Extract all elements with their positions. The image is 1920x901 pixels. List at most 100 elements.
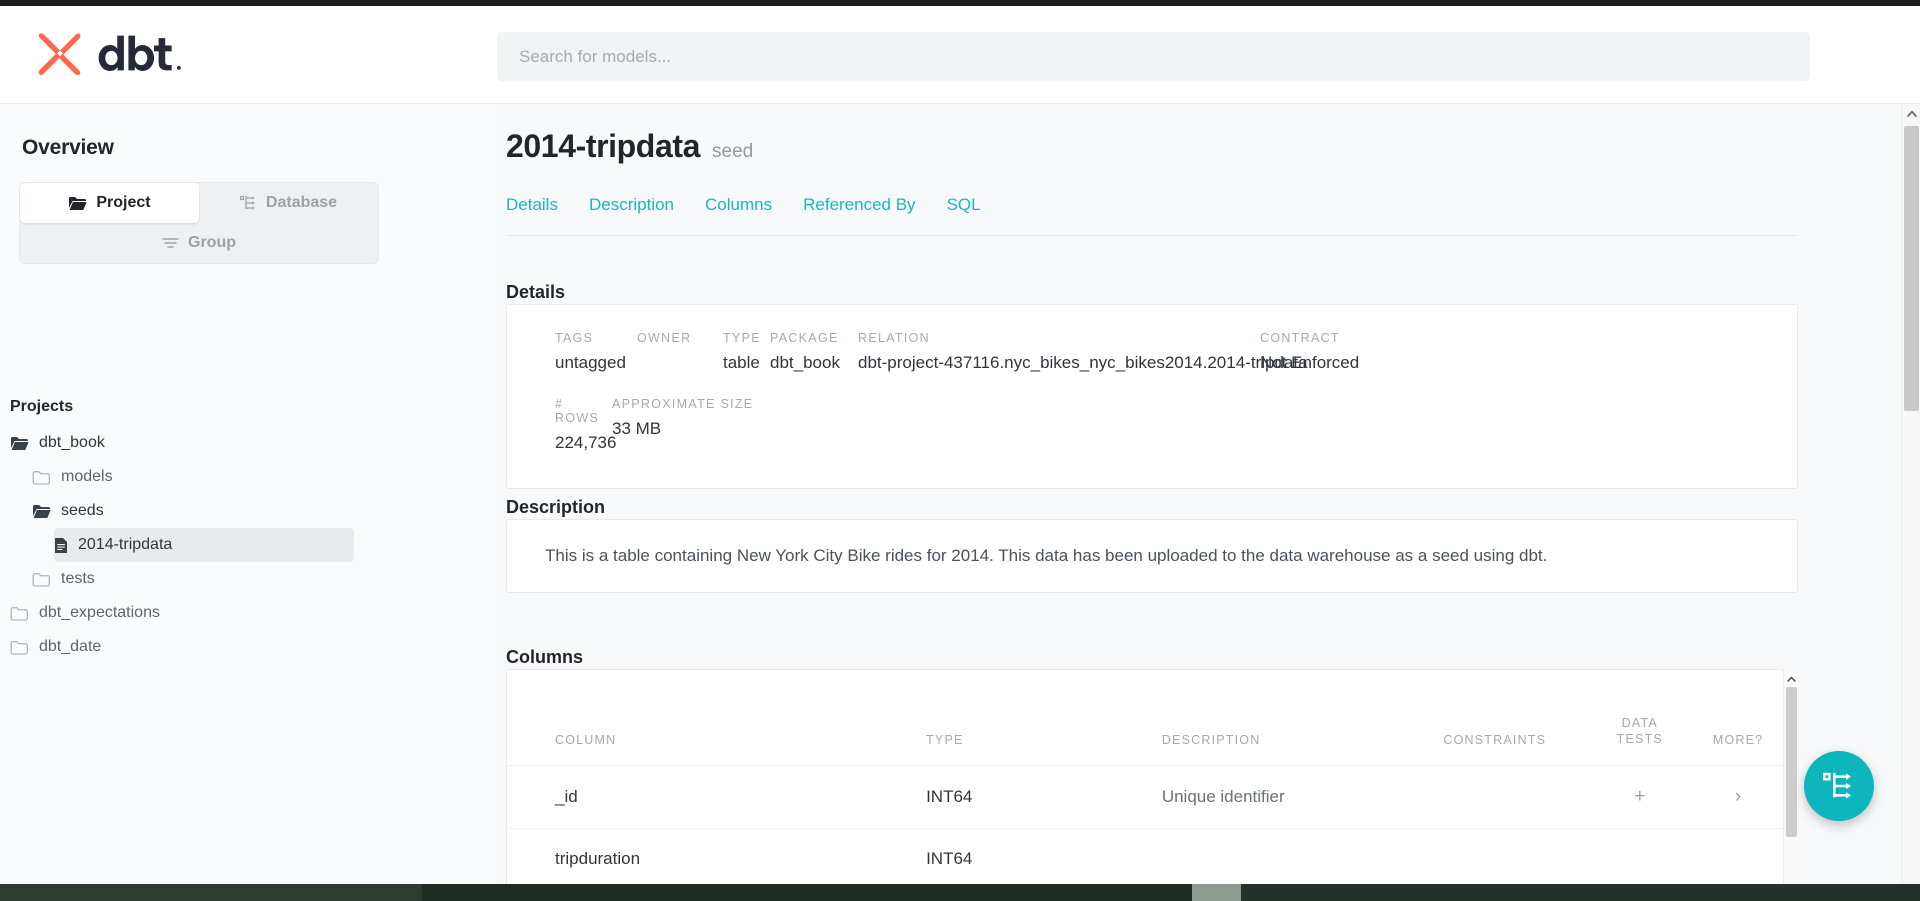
cell-column: _id — [507, 765, 927, 830]
detail-value: table — [723, 353, 760, 372]
tree-item-dbt-book[interactable]: dbt_book — [10, 426, 340, 460]
description-text: This is a table containing New York City… — [545, 546, 1548, 565]
detail-contract: CONTRACT Not Enforced — [1260, 331, 1359, 373]
sidebar-tab-project[interactable]: Project — [20, 183, 199, 223]
page-subtype: seed — [712, 141, 754, 162]
tab-details[interactable]: Details — [506, 195, 558, 215]
app-header — [0, 6, 1920, 104]
table-row[interactable]: tripduration INT64 — [507, 828, 1797, 891]
chevron-up-icon — [1787, 675, 1796, 682]
tab-description[interactable]: Description — [589, 195, 674, 215]
tab-referenced-by[interactable]: Referenced By — [803, 195, 915, 215]
tree-item-label: 2014-tripdata — [78, 536, 173, 553]
page-title: 2014-tripdata — [506, 128, 700, 164]
file-icon — [55, 537, 67, 553]
projects-section-label: Projects — [10, 398, 74, 415]
sidebar-tab-group[interactable]: Group — [20, 223, 378, 263]
folder-closed-icon — [32, 470, 50, 485]
columns-heading: Columns — [506, 647, 584, 667]
detail-value: Not Enforced — [1260, 353, 1360, 372]
details-heading: Details — [506, 282, 566, 302]
lineage-graph-icon — [1823, 772, 1851, 799]
tree-item-models[interactable]: models — [32, 460, 362, 494]
detail-label: OWNER — [637, 331, 692, 345]
cell-column: tripduration — [507, 828, 927, 891]
folder-closed-icon — [10, 606, 28, 621]
taskbar-segment-left — [0, 884, 422, 901]
page-title-row: 2014-tripdata seed — [506, 128, 753, 165]
page-scrollbar[interactable] — [1901, 104, 1920, 901]
detail-label: PACKAGE — [770, 331, 839, 345]
header-description: DESCRIPTION — [1161, 670, 1444, 767]
tree-item-tests[interactable]: tests — [32, 562, 362, 596]
details-row-primary: TAGS untagged OWNER TYPE table PACKAGE dbt_boo… — [507, 305, 1797, 373]
folder-open-icon — [11, 436, 29, 450]
detail-tags: TAGS untagged — [555, 331, 637, 373]
sidebar-tab-project-label: Project — [96, 194, 151, 211]
cell-data-tests[interactable]: + — [1600, 765, 1680, 830]
columns-table-header-row: COLUMN TYPE DESCRIPTION CONSTRAINTS DATA… — [507, 670, 1797, 767]
cell-more[interactable] — [1679, 828, 1797, 891]
detail-value: dbt_book — [770, 353, 840, 372]
detail-approximate-size: APPROXIMATE SIZE 33 MB — [612, 397, 753, 453]
columns-scrollbar[interactable] — [1783, 669, 1798, 901]
cell-constraints — [1443, 828, 1601, 891]
taskbar-segment-right — [1241, 884, 1920, 901]
folder-open-icon — [33, 504, 51, 518]
folder-closed-icon — [10, 640, 28, 655]
chevron-up-icon — [1906, 110, 1917, 117]
detail-value: untagged — [555, 353, 626, 372]
tab-columns[interactable]: Columns — [705, 195, 772, 215]
cell-type: INT64 — [926, 765, 1162, 830]
dbt-x-logo-icon — [38, 33, 81, 76]
dbt-wordmark — [98, 35, 181, 71]
tree-item-label: dbt_book — [39, 434, 105, 451]
detail-label: CONTRACT — [1260, 331, 1340, 345]
details-row-secondary: # ROWS 224,736 APPROXIMATE SIZE 33 MB — [507, 373, 1797, 453]
detail-owner: OWNER — [637, 331, 723, 373]
detail-relation: RELATION dbt-project-437116.nyc_bikes_nyc… — [858, 331, 1308, 373]
main-content: 2014-tripdata seed Details Description Col… — [497, 104, 1901, 901]
detail-label: APPROXIMATE SIZE — [612, 397, 754, 411]
taskbar-segment-mid — [422, 884, 1192, 901]
table-row[interactable]: _id INT64 Unique identifier + › — [507, 765, 1797, 830]
lineage-graph-fab[interactable] — [1804, 751, 1874, 821]
tree-item-seeds[interactable]: seeds — [32, 494, 362, 528]
header-more: MORE? — [1679, 670, 1797, 767]
cell-data-tests[interactable] — [1600, 828, 1680, 891]
tree-item-label: dbt_date — [39, 638, 102, 655]
detail-type: TYPE table — [723, 331, 770, 373]
content-tabs: Details Description Columns Referenced By SQ… — [506, 195, 1798, 236]
detail-package: PACKAGE dbt_book — [770, 331, 858, 373]
header-data-tests-line2: TESTS — [1616, 731, 1663, 746]
columns-scroll-up-arrow[interactable] — [1784, 671, 1799, 686]
sidebar-overview-title: Overview — [22, 136, 114, 159]
columns-card: COLUMN TYPE DESCRIPTION CONSTRAINTS DATA… — [506, 669, 1798, 901]
tree-item-dbt-expectations[interactable]: dbt_expectations — [10, 596, 340, 630]
cell-more[interactable]: › — [1679, 765, 1797, 830]
dbt-logo[interactable] — [33, 26, 183, 80]
sidebar: Overview Project Database Group Projects… — [0, 104, 497, 901]
taskbar-segment-active — [1192, 884, 1241, 901]
page-scroll-thumb[interactable] — [1904, 126, 1919, 411]
group-filter-icon — [162, 238, 179, 248]
folder-closed-icon — [32, 572, 50, 587]
tree-item-label: tests — [61, 570, 95, 587]
tree-item-2014-tripdata[interactable]: 2014-tripdata — [54, 528, 354, 562]
details-card: TAGS untagged OWNER TYPE table PACKAGE dbt_boo… — [506, 304, 1798, 489]
sidebar-tab-group: Project Database Group — [20, 183, 378, 263]
cell-description: Unique identifier — [1161, 765, 1444, 830]
header-constraints: CONSTRAINTS — [1443, 670, 1601, 767]
search-input[interactable] — [497, 32, 1810, 81]
cell-description — [1161, 828, 1444, 891]
sidebar-tab-group-label: Group — [188, 234, 236, 251]
tab-sql[interactable]: SQL — [947, 195, 981, 215]
page-scroll-up-arrow[interactable] — [1902, 104, 1920, 123]
dbt-docs-app: Overview Project D — [0, 0, 1920, 901]
tree-item-dbt-date[interactable]: dbt_date — [10, 630, 340, 664]
header-column: COLUMN — [507, 670, 927, 767]
cell-constraints — [1443, 765, 1601, 830]
sidebar-tab-database[interactable]: Database — [199, 183, 378, 223]
columns-scroll-thumb[interactable] — [1786, 687, 1797, 837]
cell-type: INT64 — [926, 828, 1162, 891]
